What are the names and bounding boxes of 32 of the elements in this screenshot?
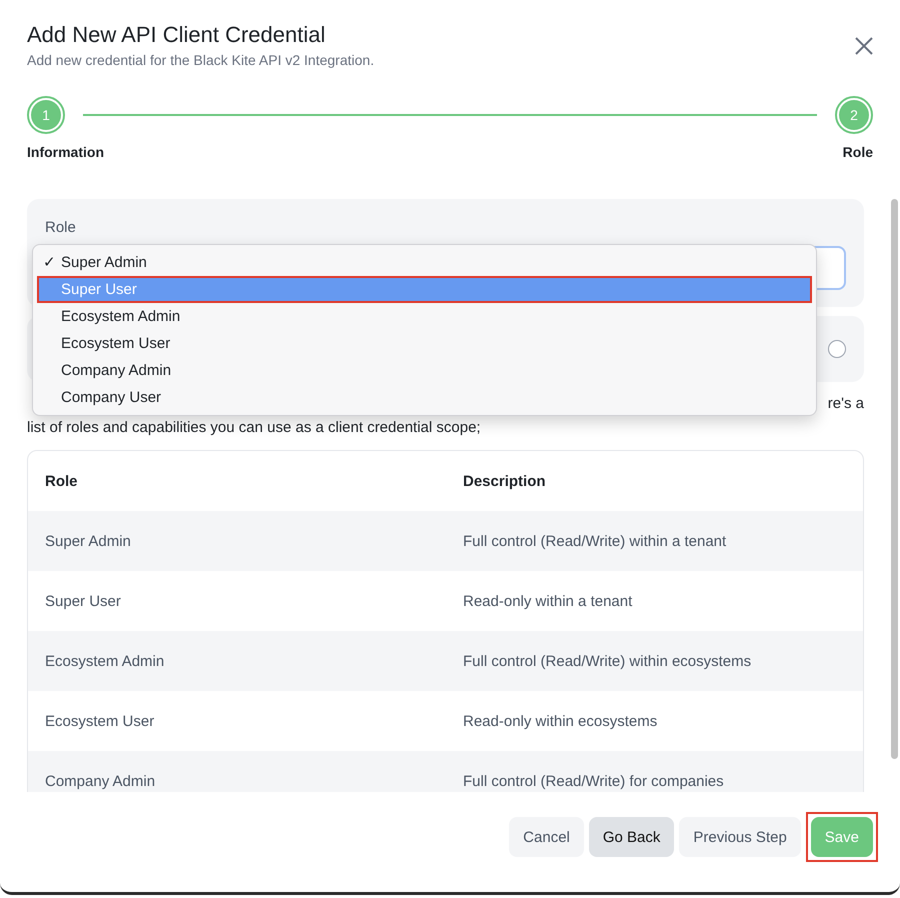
table-cell-text: Ecosystem Admin [44, 652, 166, 670]
field-label: Role [45, 219, 77, 236]
table-cell-text: Super Admin [44, 532, 132, 550]
column-header: Description [462, 472, 547, 490]
close-icon[interactable] [854, 36, 874, 56]
table-cell-text: Super User [44, 592, 122, 610]
dialog-button[interactable]: Go Back [588, 817, 674, 857]
step-indicator: 1 [27, 96, 65, 134]
table-cell-text: Full control (Read/Write) within ecosystems [462, 652, 752, 670]
dialog-button[interactable]: Cancel [509, 817, 584, 857]
table-cell-text: Ecosystem User [44, 712, 156, 730]
column-header: Role [44, 472, 79, 490]
role-option[interactable]: Company User [37, 384, 812, 411]
dialog-button[interactable]: Previous Step [679, 817, 801, 857]
dialog-subtitle: Add new credential for the Black Kite API v2 Integration. [27, 52, 374, 68]
step-indicator: 2 [835, 96, 873, 134]
table-cell-text: Full control (Read/Write) within a tenant [462, 532, 728, 550]
role-option[interactable]: Ecosystem Admin [37, 303, 812, 330]
scrollbar[interactable] [891, 199, 898, 759]
radio-icon[interactable] [828, 340, 846, 358]
step-label: Information [27, 144, 104, 160]
intro-text: list of roles and capabilities you can use as a client credential scope; [27, 418, 482, 438]
table-cell-text: Read-only within ecosystems [462, 712, 658, 730]
table-cell-text: Full control (Read/Write) for companies [462, 772, 725, 790]
step-label: Role [842, 144, 873, 160]
role-option[interactable]: ✓ Super Admin [37, 249, 812, 276]
intro-text: re's a [828, 394, 864, 414]
role-option[interactable]: Ecosystem User [37, 330, 812, 357]
role-option[interactable]: Company Admin [37, 357, 812, 384]
dialog-title: Add New API Client Credential [27, 21, 326, 49]
table-cell-text: Company Admin [44, 772, 156, 790]
table-cell-text: Read-only within a tenant [462, 592, 634, 610]
